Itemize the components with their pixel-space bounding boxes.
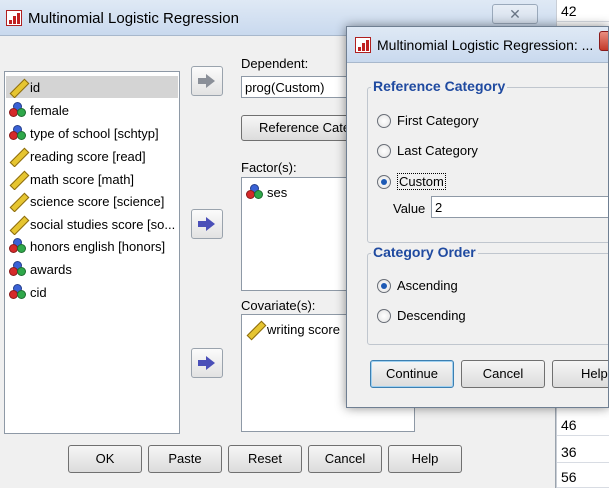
- ruler-icon: [9, 216, 26, 233]
- nominal-icon: [9, 125, 26, 141]
- covariates-label: Covariate(s):: [241, 298, 316, 313]
- value-label: Value: [393, 201, 426, 216]
- variable-list[interactable]: id female type of school [schtyp] readin…: [4, 71, 180, 434]
- list-item[interactable]: social studies score [so...: [6, 213, 178, 235]
- nominal-icon: [9, 284, 26, 300]
- sheet-cell: 42: [557, 0, 609, 22]
- descending-radio[interactable]: Descending: [377, 308, 466, 323]
- sheet-cell: 46: [557, 414, 609, 436]
- arrow-right-icon: [197, 356, 215, 370]
- ruler-icon: [9, 79, 26, 96]
- help-button[interactable]: Help: [552, 360, 608, 388]
- close-icon: ✕: [509, 6, 521, 22]
- list-item[interactable]: awards: [6, 258, 178, 280]
- arrow-right-icon: [197, 74, 215, 88]
- ruler-icon: [9, 148, 26, 165]
- list-item[interactable]: type of school [schtyp]: [6, 122, 178, 144]
- cancel-button[interactable]: Cancel: [308, 445, 382, 473]
- radio-icon: [377, 143, 391, 158]
- first-category-radio[interactable]: First Category: [377, 113, 479, 128]
- cancel-button[interactable]: Cancel: [461, 360, 545, 388]
- value-input[interactable]: 2: [431, 196, 608, 218]
- dependent-field[interactable]: prog(Custom): [241, 76, 349, 98]
- last-category-radio[interactable]: Last Category: [377, 143, 478, 158]
- sub-dialog-title: Multinomial Logistic Regression: ...: [377, 37, 594, 53]
- ascending-radio[interactable]: Ascending: [377, 278, 458, 293]
- nominal-icon: [246, 184, 263, 200]
- reference-category-button[interactable]: Reference Cate: [241, 115, 349, 141]
- move-to-dependent-button[interactable]: [191, 66, 223, 96]
- list-item[interactable]: female: [6, 99, 178, 121]
- list-item[interactable]: science score [science]: [6, 190, 178, 212]
- radio-selected-icon: [377, 278, 391, 293]
- close-button[interactable]: ✕: [492, 4, 538, 24]
- list-item[interactable]: cid: [6, 281, 178, 303]
- reset-button[interactable]: Reset: [228, 445, 302, 473]
- reference-category-dialog: Multinomial Logistic Regression: ... Ref…: [346, 26, 609, 408]
- reference-category-heading: Reference Category: [371, 78, 508, 94]
- help-button[interactable]: Help: [388, 445, 462, 473]
- arrow-right-icon: [197, 217, 215, 231]
- category-order-group: [367, 253, 608, 345]
- sheet-cell: 36: [557, 441, 609, 463]
- list-item[interactable]: honors english [honors]: [6, 235, 178, 257]
- paste-button[interactable]: Paste: [148, 445, 222, 473]
- main-dialog-title: Multinomial Logistic Regression: [28, 10, 239, 27]
- ruler-icon: [9, 171, 26, 188]
- factors-label: Factor(s):: [241, 160, 297, 175]
- radio-icon: [377, 113, 391, 128]
- factors-box[interactable]: ses: [241, 177, 349, 291]
- ruler-icon: [9, 193, 26, 210]
- factor-item[interactable]: ses: [246, 184, 287, 200]
- ok-button[interactable]: OK: [68, 445, 142, 473]
- sub-titlebar: Multinomial Logistic Regression: ...: [347, 27, 608, 63]
- sheet-cell: 56: [557, 466, 609, 488]
- spss-app-icon: [355, 37, 371, 53]
- continue-button[interactable]: Continue: [370, 360, 454, 388]
- spss-app-icon: [6, 10, 22, 26]
- close-button[interactable]: [599, 31, 608, 51]
- move-to-factor-button[interactable]: [191, 209, 223, 239]
- covariate-item[interactable]: writing score: [246, 321, 340, 338]
- custom-radio[interactable]: Custom: [377, 173, 446, 190]
- ruler-icon: [246, 321, 263, 338]
- radio-selected-icon: [377, 174, 391, 189]
- radio-icon: [377, 308, 391, 323]
- reference-category-group: [367, 87, 608, 243]
- nominal-icon: [9, 238, 26, 254]
- move-to-covariate-button[interactable]: [191, 348, 223, 378]
- nominal-icon: [9, 261, 26, 277]
- list-item[interactable]: id: [6, 76, 178, 98]
- nominal-icon: [9, 102, 26, 118]
- category-order-heading: Category Order: [371, 244, 478, 260]
- list-item[interactable]: reading score [read]: [6, 145, 178, 167]
- list-item[interactable]: math score [math]: [6, 168, 178, 190]
- dependent-label: Dependent:: [241, 56, 309, 71]
